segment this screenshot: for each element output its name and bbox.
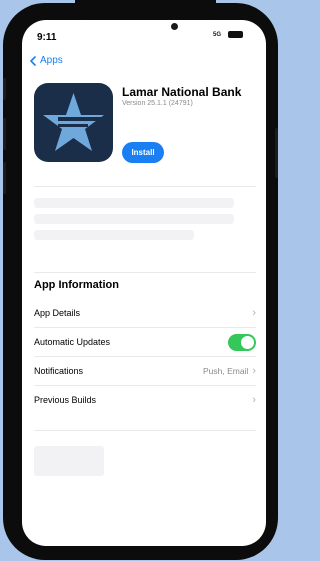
chevron-right-icon: ›: [252, 307, 256, 319]
battery-icon: [228, 31, 243, 38]
power-button: [275, 128, 278, 178]
camera-dot: [171, 23, 178, 30]
back-label: Apps: [40, 55, 63, 66]
row-value: Push, Email: [202, 366, 249, 376]
divider: [34, 186, 256, 187]
row-notifications[interactable]: Notifications Push, Email ›: [34, 357, 256, 385]
back-button[interactable]: Apps: [30, 55, 63, 66]
row-label: Previous Builds: [34, 395, 97, 405]
automatic-updates-toggle[interactable]: [228, 333, 256, 351]
app-version: Version 25.1.1 (24791): [122, 100, 193, 107]
row-label: Automatic Updates: [34, 337, 111, 347]
network-label: 5G: [213, 32, 222, 38]
star-logo-icon: [43, 93, 104, 151]
row-label: App Details: [34, 308, 81, 318]
chevron-left-icon: [30, 55, 36, 66]
toggle-knob: [241, 335, 254, 349]
status-time: 9:11: [37, 32, 57, 43]
volume-up-button: [3, 118, 6, 150]
blurred-content: [34, 446, 104, 476]
divider: [34, 272, 256, 273]
install-button[interactable]: Install: [122, 142, 164, 163]
section-title: App Information: [34, 279, 119, 291]
row-previous-builds[interactable]: Previous Builds ›: [34, 386, 256, 414]
mute-switch: [3, 78, 6, 100]
divider: [34, 430, 256, 431]
blurred-content: [34, 230, 194, 240]
row-automatic-updates[interactable]: Automatic Updates: [34, 328, 256, 356]
chevron-right-icon: ›: [252, 394, 256, 406]
app-name: Lamar National Bank: [122, 85, 242, 99]
blurred-content: [34, 214, 234, 224]
notch: [75, 0, 216, 19]
volume-down-button: [3, 162, 6, 194]
chevron-right-icon: ›: [252, 365, 256, 377]
blurred-content: [34, 198, 234, 208]
row-app-details[interactable]: App Details ›: [34, 299, 256, 327]
app-icon: [34, 83, 113, 162]
row-label: Notifications: [34, 366, 84, 376]
